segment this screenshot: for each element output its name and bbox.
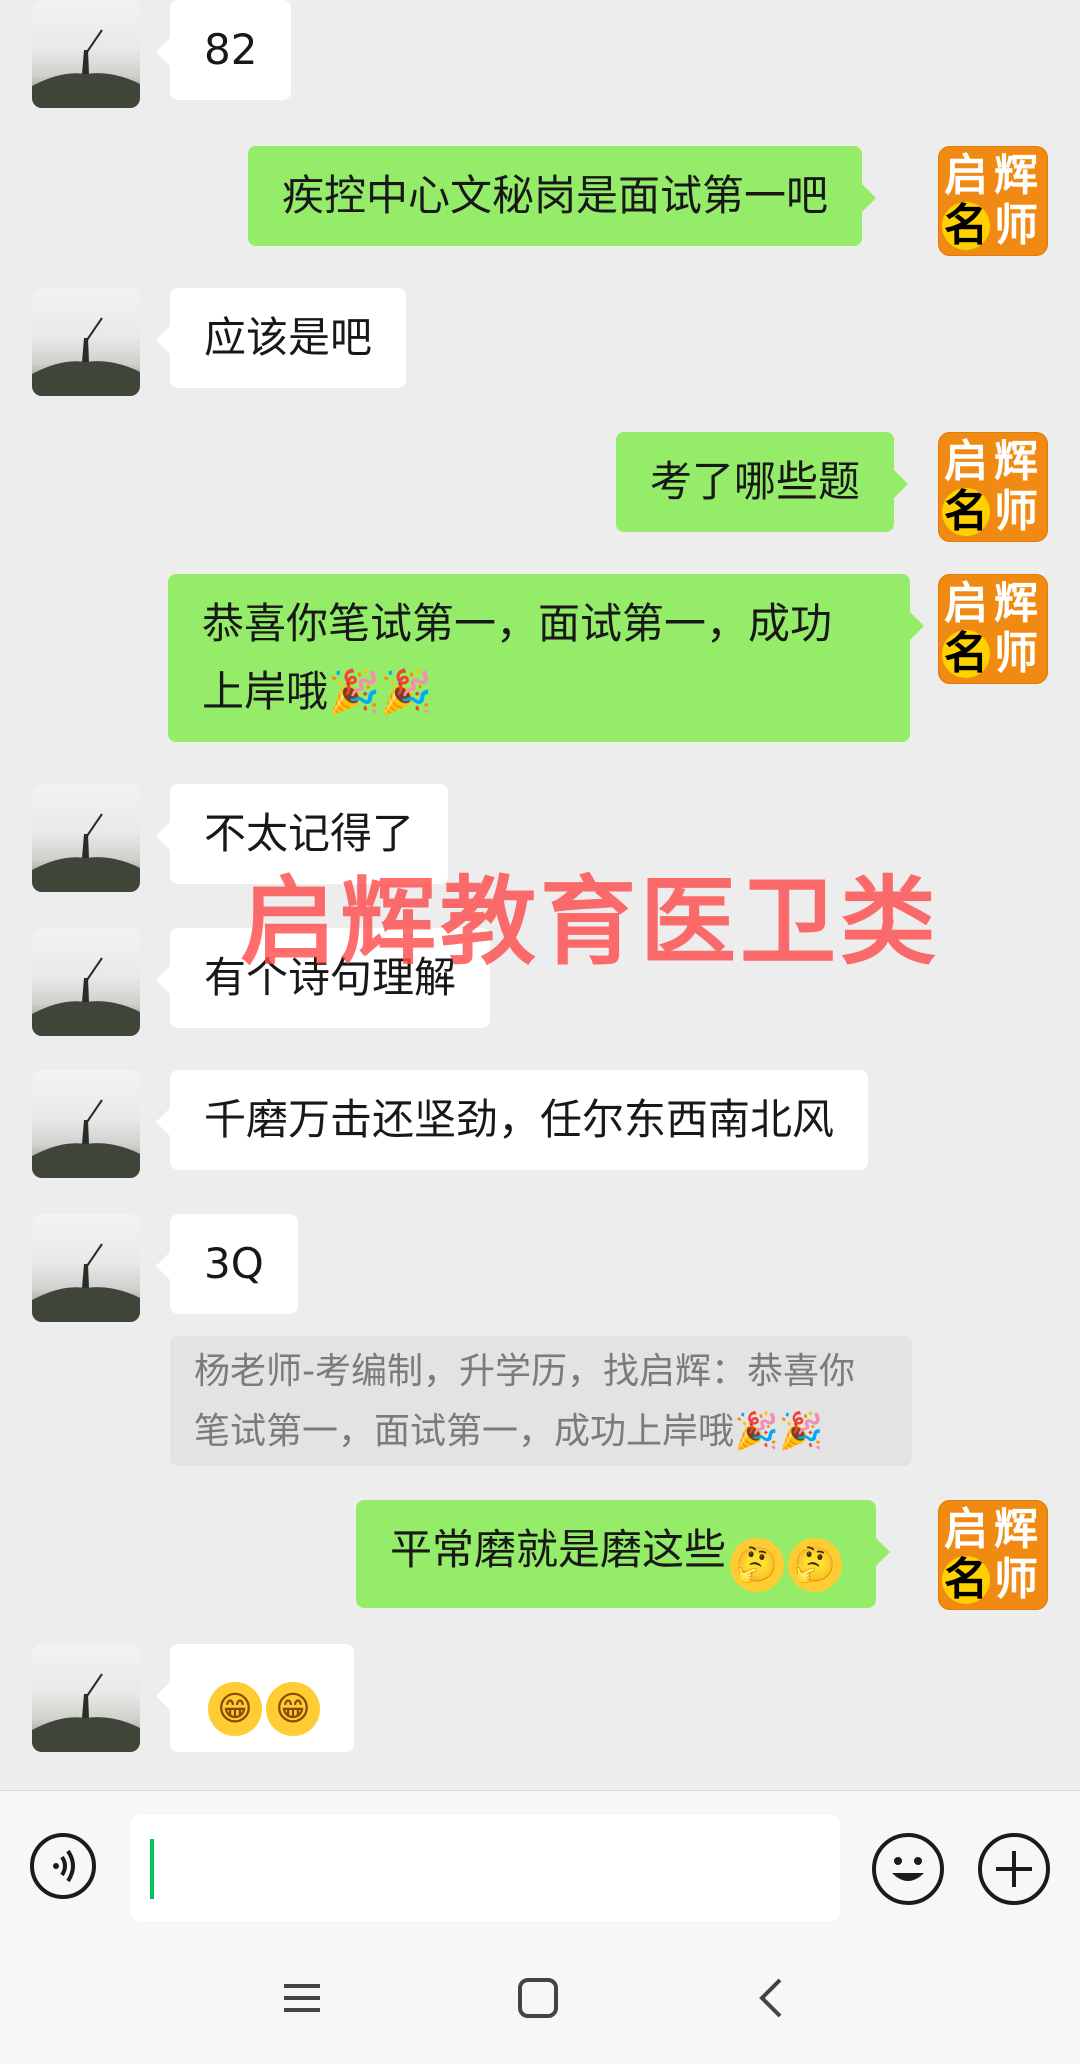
message-text: 82 — [204, 25, 258, 74]
message-bubble[interactable]: 3Q — [156, 1214, 298, 1314]
badge-char: 名 — [944, 486, 988, 537]
message-input[interactable] — [130, 1815, 840, 1921]
smiley-icon — [892, 1857, 924, 1881]
message-bubble[interactable]: 平常磨就是磨这些 🤔 🤔 — [356, 1500, 891, 1608]
badge-char: 名 — [944, 628, 988, 679]
contact-avatar[interactable] — [32, 784, 140, 892]
message-bubble[interactable]: 考了哪些题 — [616, 432, 909, 532]
message-text: 应该是吧 — [204, 313, 373, 362]
badge-char: 辉 — [994, 436, 1038, 487]
badge-char: 师 — [994, 628, 1038, 679]
quote-text-line: 杨老师-考编制，升学历，找启辉：恭喜你 — [194, 1351, 855, 1392]
message-text: 千磨万击还坚劲，任尔东西南北风 — [204, 1095, 835, 1144]
message-text-line: 上岸哦🎉🎉 — [202, 658, 876, 726]
input-bar — [0, 1790, 1080, 1941]
badge-char: 师 — [994, 486, 1038, 537]
back-icon[interactable] — [752, 1976, 796, 2020]
badge-char: 名 — [944, 1554, 988, 1605]
sender-avatar[interactable]: 启 辉 名 师 — [938, 1500, 1048, 1610]
emoji-button[interactable] — [872, 1833, 944, 1905]
badge-char: 辉 — [994, 578, 1038, 629]
message-bubble[interactable]: 应该是吧 — [155, 288, 407, 388]
quote-text-line: 笔试第一，面试第一，成功上岸哦🎉🎉 — [194, 1402, 888, 1462]
quote-text: 笔试第一，面试第一，成功上岸哦 — [194, 1411, 735, 1452]
message-text: 疾控中心文秘岗是面试第一吧 — [282, 171, 829, 220]
sender-avatar[interactable]: 启 辉 名 师 — [938, 574, 1048, 684]
menu-icon[interactable] — [280, 1976, 324, 2020]
contact-avatar[interactable] — [32, 1644, 140, 1752]
message-text: 上岸哦 — [202, 667, 329, 716]
plus-icon — [996, 1851, 1032, 1887]
system-nav-bar — [0, 1940, 1080, 2064]
badge-char: 师 — [994, 200, 1038, 251]
badge-char: 师 — [994, 1554, 1038, 1605]
message-bubble[interactable]: 😁 😁 — [156, 1644, 354, 1752]
sender-avatar[interactable]: 启 辉 名 师 — [938, 432, 1048, 542]
message-bubble[interactable]: 恭喜你笔试第一，面试第一，成功 上岸哦🎉🎉 — [168, 574, 924, 742]
text-cursor — [150, 1839, 154, 1899]
voice-button[interactable] — [30, 1833, 96, 1899]
message-bubble[interactable]: 疾控中心文秘岗是面试第一吧 — [248, 146, 877, 246]
badge-char: 启 — [944, 150, 988, 201]
party-emoji: 🎉 — [380, 667, 433, 716]
grin-emoji: 😁 — [266, 1682, 320, 1736]
badge-char: 启 — [944, 1504, 988, 1555]
badge-char: 启 — [944, 436, 988, 487]
party-emoji: 🎉 — [328, 667, 381, 716]
home-icon[interactable] — [516, 1976, 560, 2020]
thinking-emoji: 🤔 — [730, 1538, 785, 1592]
badge-char: 辉 — [994, 1504, 1038, 1555]
message-text: 平常磨就是磨这些 — [390, 1525, 727, 1574]
grin-emoji: 😁 — [208, 1682, 262, 1736]
party-emoji: 🎉 — [778, 1411, 824, 1452]
message-text: 3Q — [204, 1239, 264, 1288]
voice-icon — [53, 1849, 75, 1883]
contact-avatar[interactable] — [32, 0, 140, 108]
contact-avatar[interactable] — [32, 1070, 140, 1178]
chat-area[interactable]: 82 疾控中心文秘岗是面试第一吧 启 辉 名 师 应该是吧 考了哪些题 启 辉 … — [0, 0, 1080, 1790]
badge-char: 启 — [944, 578, 988, 629]
badge-char: 名 — [944, 200, 988, 251]
party-emoji: 🎉 — [734, 1411, 779, 1452]
contact-avatar[interactable] — [32, 928, 140, 1036]
message-bubble[interactable]: 千磨万击还坚劲，任尔东西南北风 — [155, 1070, 869, 1170]
message-text-line: 恭喜你笔试第一，面试第一，成功 — [202, 599, 833, 648]
contact-avatar[interactable] — [32, 1214, 140, 1322]
quoted-message[interactable]: 杨老师-考编制，升学历，找启辉：恭喜你 笔试第一，面试第一，成功上岸哦🎉🎉 — [170, 1336, 912, 1466]
sender-avatar[interactable]: 启 辉 名 师 — [938, 146, 1048, 256]
message-bubble[interactable]: 82 — [155, 0, 292, 100]
message-text: 考了哪些题 — [650, 457, 861, 506]
thinking-emoji: 🤔 — [788, 1538, 843, 1592]
more-button[interactable] — [978, 1833, 1050, 1905]
badge-char: 辉 — [994, 150, 1038, 201]
contact-avatar[interactable] — [32, 288, 140, 396]
watermark: 启辉教育医卫类 — [240, 866, 940, 978]
